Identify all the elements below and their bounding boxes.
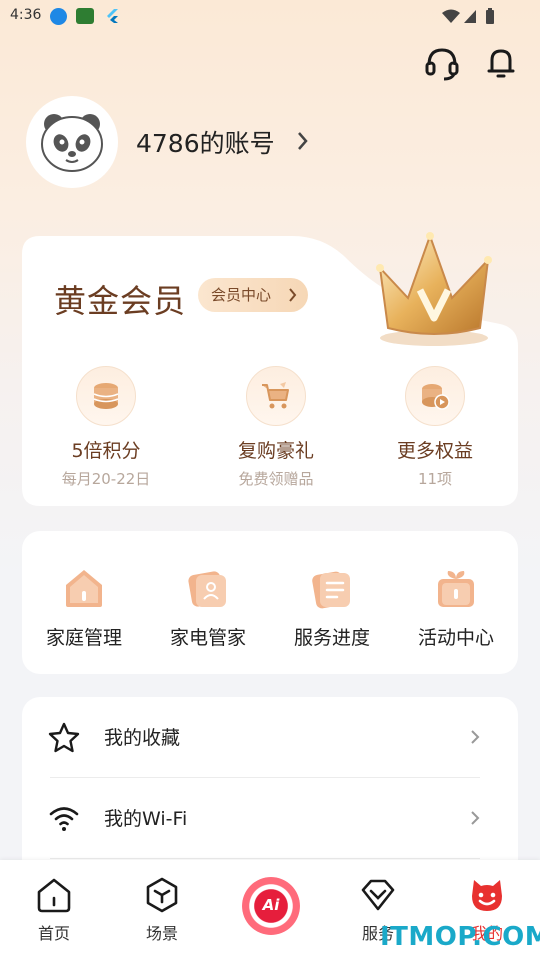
menu-item-label: 我的收藏 bbox=[104, 727, 181, 749]
status-time: 4:36 bbox=[10, 7, 42, 23]
quick-action-label: 活动中心 bbox=[417, 627, 494, 649]
quick-action-label: 家电管家 bbox=[169, 627, 246, 649]
perk-points[interactable]: 5倍积分 每月20-22日 bbox=[36, 366, 176, 489]
chevron-right-icon bbox=[471, 811, 480, 825]
chevron-right-icon bbox=[471, 730, 480, 744]
home-icon bbox=[66, 570, 102, 607]
divider bbox=[50, 858, 480, 859]
perk-title: 复购豪礼 bbox=[237, 440, 314, 462]
perk-icon-circle bbox=[76, 366, 136, 426]
panda-avatar-icon bbox=[41, 114, 103, 172]
status-bar: 4:36 bbox=[0, 0, 540, 32]
menu-item-wifi[interactable]: 我的Wi-Fi bbox=[22, 778, 518, 858]
ai-assistant-button[interactable]: Ai bbox=[242, 877, 300, 935]
ai-assistant-label: Ai bbox=[262, 896, 280, 914]
perk-title: 5倍积分 bbox=[71, 440, 141, 462]
tab-scene[interactable]: 场景 bbox=[117, 876, 207, 944]
gift-icon bbox=[438, 571, 474, 607]
perk-subtitle: 11项 bbox=[417, 470, 453, 488]
notifications-button[interactable] bbox=[484, 46, 518, 84]
chevron-right-icon bbox=[289, 288, 297, 302]
quick-action-label: 服务进度 bbox=[293, 627, 370, 649]
profile-face-icon bbox=[472, 880, 502, 911]
scene-cube-icon bbox=[146, 877, 178, 913]
perk-subtitle: 每月20-22日 bbox=[61, 470, 151, 488]
wifi-signal-battery-icon bbox=[442, 8, 494, 24]
coins-more-icon bbox=[422, 384, 450, 410]
tab-home[interactable]: 首页 bbox=[9, 876, 99, 944]
quick-action-label: 家庭管理 bbox=[45, 627, 122, 649]
chevron-right-icon[interactable] bbox=[296, 130, 310, 152]
perk-subtitle: 免费领赠品 bbox=[238, 470, 314, 488]
document-progress-icon bbox=[312, 571, 350, 609]
service-diamond-icon bbox=[361, 879, 395, 911]
star-icon bbox=[48, 722, 80, 753]
app-notification-icon bbox=[76, 8, 94, 24]
quick-actions-card: 家庭管理 家电管家 服务进度 活动中心 bbox=[22, 531, 518, 674]
perk-more[interactable]: 更多权益 11项 bbox=[365, 366, 505, 489]
menu-item-favorites[interactable]: 我的收藏 bbox=[22, 697, 518, 777]
quick-action-appliance[interactable]: 家电管家 bbox=[146, 567, 270, 650]
coins-stack-icon bbox=[93, 383, 119, 409]
quick-action-family[interactable]: 家庭管理 bbox=[22, 567, 146, 650]
account-name[interactable]: 4786的账号 bbox=[136, 124, 275, 160]
customer-service-button[interactable] bbox=[424, 46, 460, 86]
member-center-button[interactable]: 会员中心 bbox=[198, 278, 308, 312]
perk-icon-circle bbox=[405, 366, 465, 426]
vip-membership-card[interactable]: 黄金会员 会员中心 5倍积分 每月20-22日 复购豪礼 免费领赠品 更多权益 … bbox=[22, 232, 518, 506]
avatar[interactable] bbox=[26, 96, 118, 188]
watermark: ITMOP.COM bbox=[380, 922, 540, 952]
bell-icon bbox=[487, 49, 515, 78]
gold-crown-icon bbox=[376, 232, 492, 346]
wifi-icon bbox=[49, 807, 79, 831]
download-notification-icon bbox=[50, 8, 67, 25]
flutter-notification-icon bbox=[104, 8, 122, 24]
quick-action-service-progress[interactable]: 服务进度 bbox=[270, 567, 394, 650]
home-tab-icon bbox=[37, 878, 71, 913]
perk-icon-circle bbox=[246, 366, 306, 426]
perk-gift[interactable]: 复购豪礼 免费领赠品 bbox=[206, 366, 346, 489]
appliance-card-icon bbox=[188, 571, 226, 607]
headset-icon bbox=[425, 48, 459, 81]
menu-item-label: 我的Wi-Fi bbox=[104, 808, 188, 830]
shopping-cart-icon bbox=[262, 382, 289, 409]
tab-label: 场景 bbox=[145, 924, 178, 943]
perk-title: 更多权益 bbox=[396, 440, 473, 462]
vip-level-title: 黄金会员 bbox=[54, 282, 187, 320]
tab-label: 首页 bbox=[37, 924, 70, 943]
member-center-label: 会员中心 bbox=[211, 286, 272, 304]
system-status-icons bbox=[440, 8, 504, 30]
quick-action-activities[interactable]: 活动中心 bbox=[394, 567, 518, 650]
